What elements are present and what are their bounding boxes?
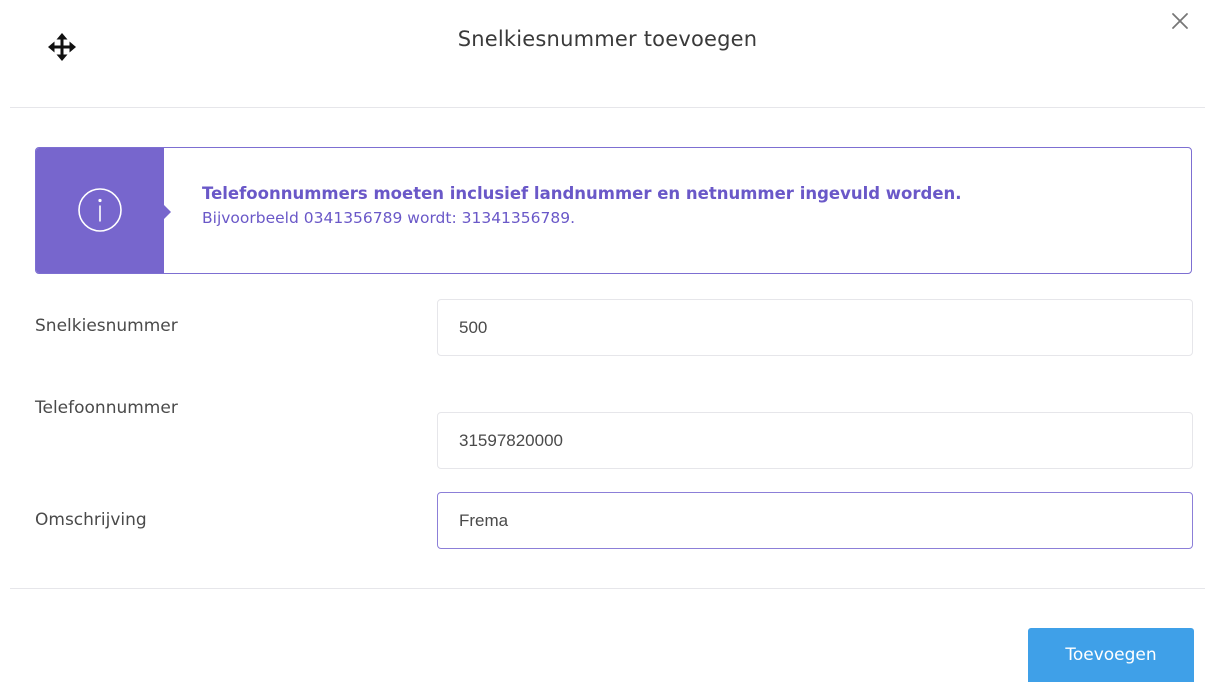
- add-speed-dial-dialog: Snelkiesnummer toevoegen Telefoonnummers…: [0, 0, 1215, 682]
- alert-icon-panel: [36, 148, 171, 273]
- footer-divider: [10, 588, 1205, 589]
- speed-dial-input[interactable]: [437, 299, 1193, 356]
- add-button[interactable]: Toevoegen: [1028, 628, 1194, 682]
- phone-number-input[interactable]: [437, 412, 1193, 469]
- description-label: Omschrijving: [35, 510, 147, 530]
- alert-text: Telefoonnummers moeten inclusief landnum…: [202, 184, 1171, 227]
- header-divider: [10, 107, 1205, 108]
- close-icon[interactable]: [1171, 12, 1189, 30]
- phone-number-label: Telefoonnummer: [35, 398, 178, 418]
- description-input[interactable]: [437, 492, 1193, 549]
- speed-dial-label: Snelkiesnummer: [35, 316, 178, 336]
- alert-heading: Telefoonnummers moeten inclusief landnum…: [202, 184, 962, 203]
- alert-body: Bijvoorbeeld 0341356789 wordt: 313413567…: [202, 209, 576, 227]
- info-alert: Telefoonnummers moeten inclusief landnum…: [35, 147, 1192, 274]
- info-circle-icon: [76, 186, 124, 234]
- dialog-title: Snelkiesnummer toevoegen: [457, 27, 758, 51]
